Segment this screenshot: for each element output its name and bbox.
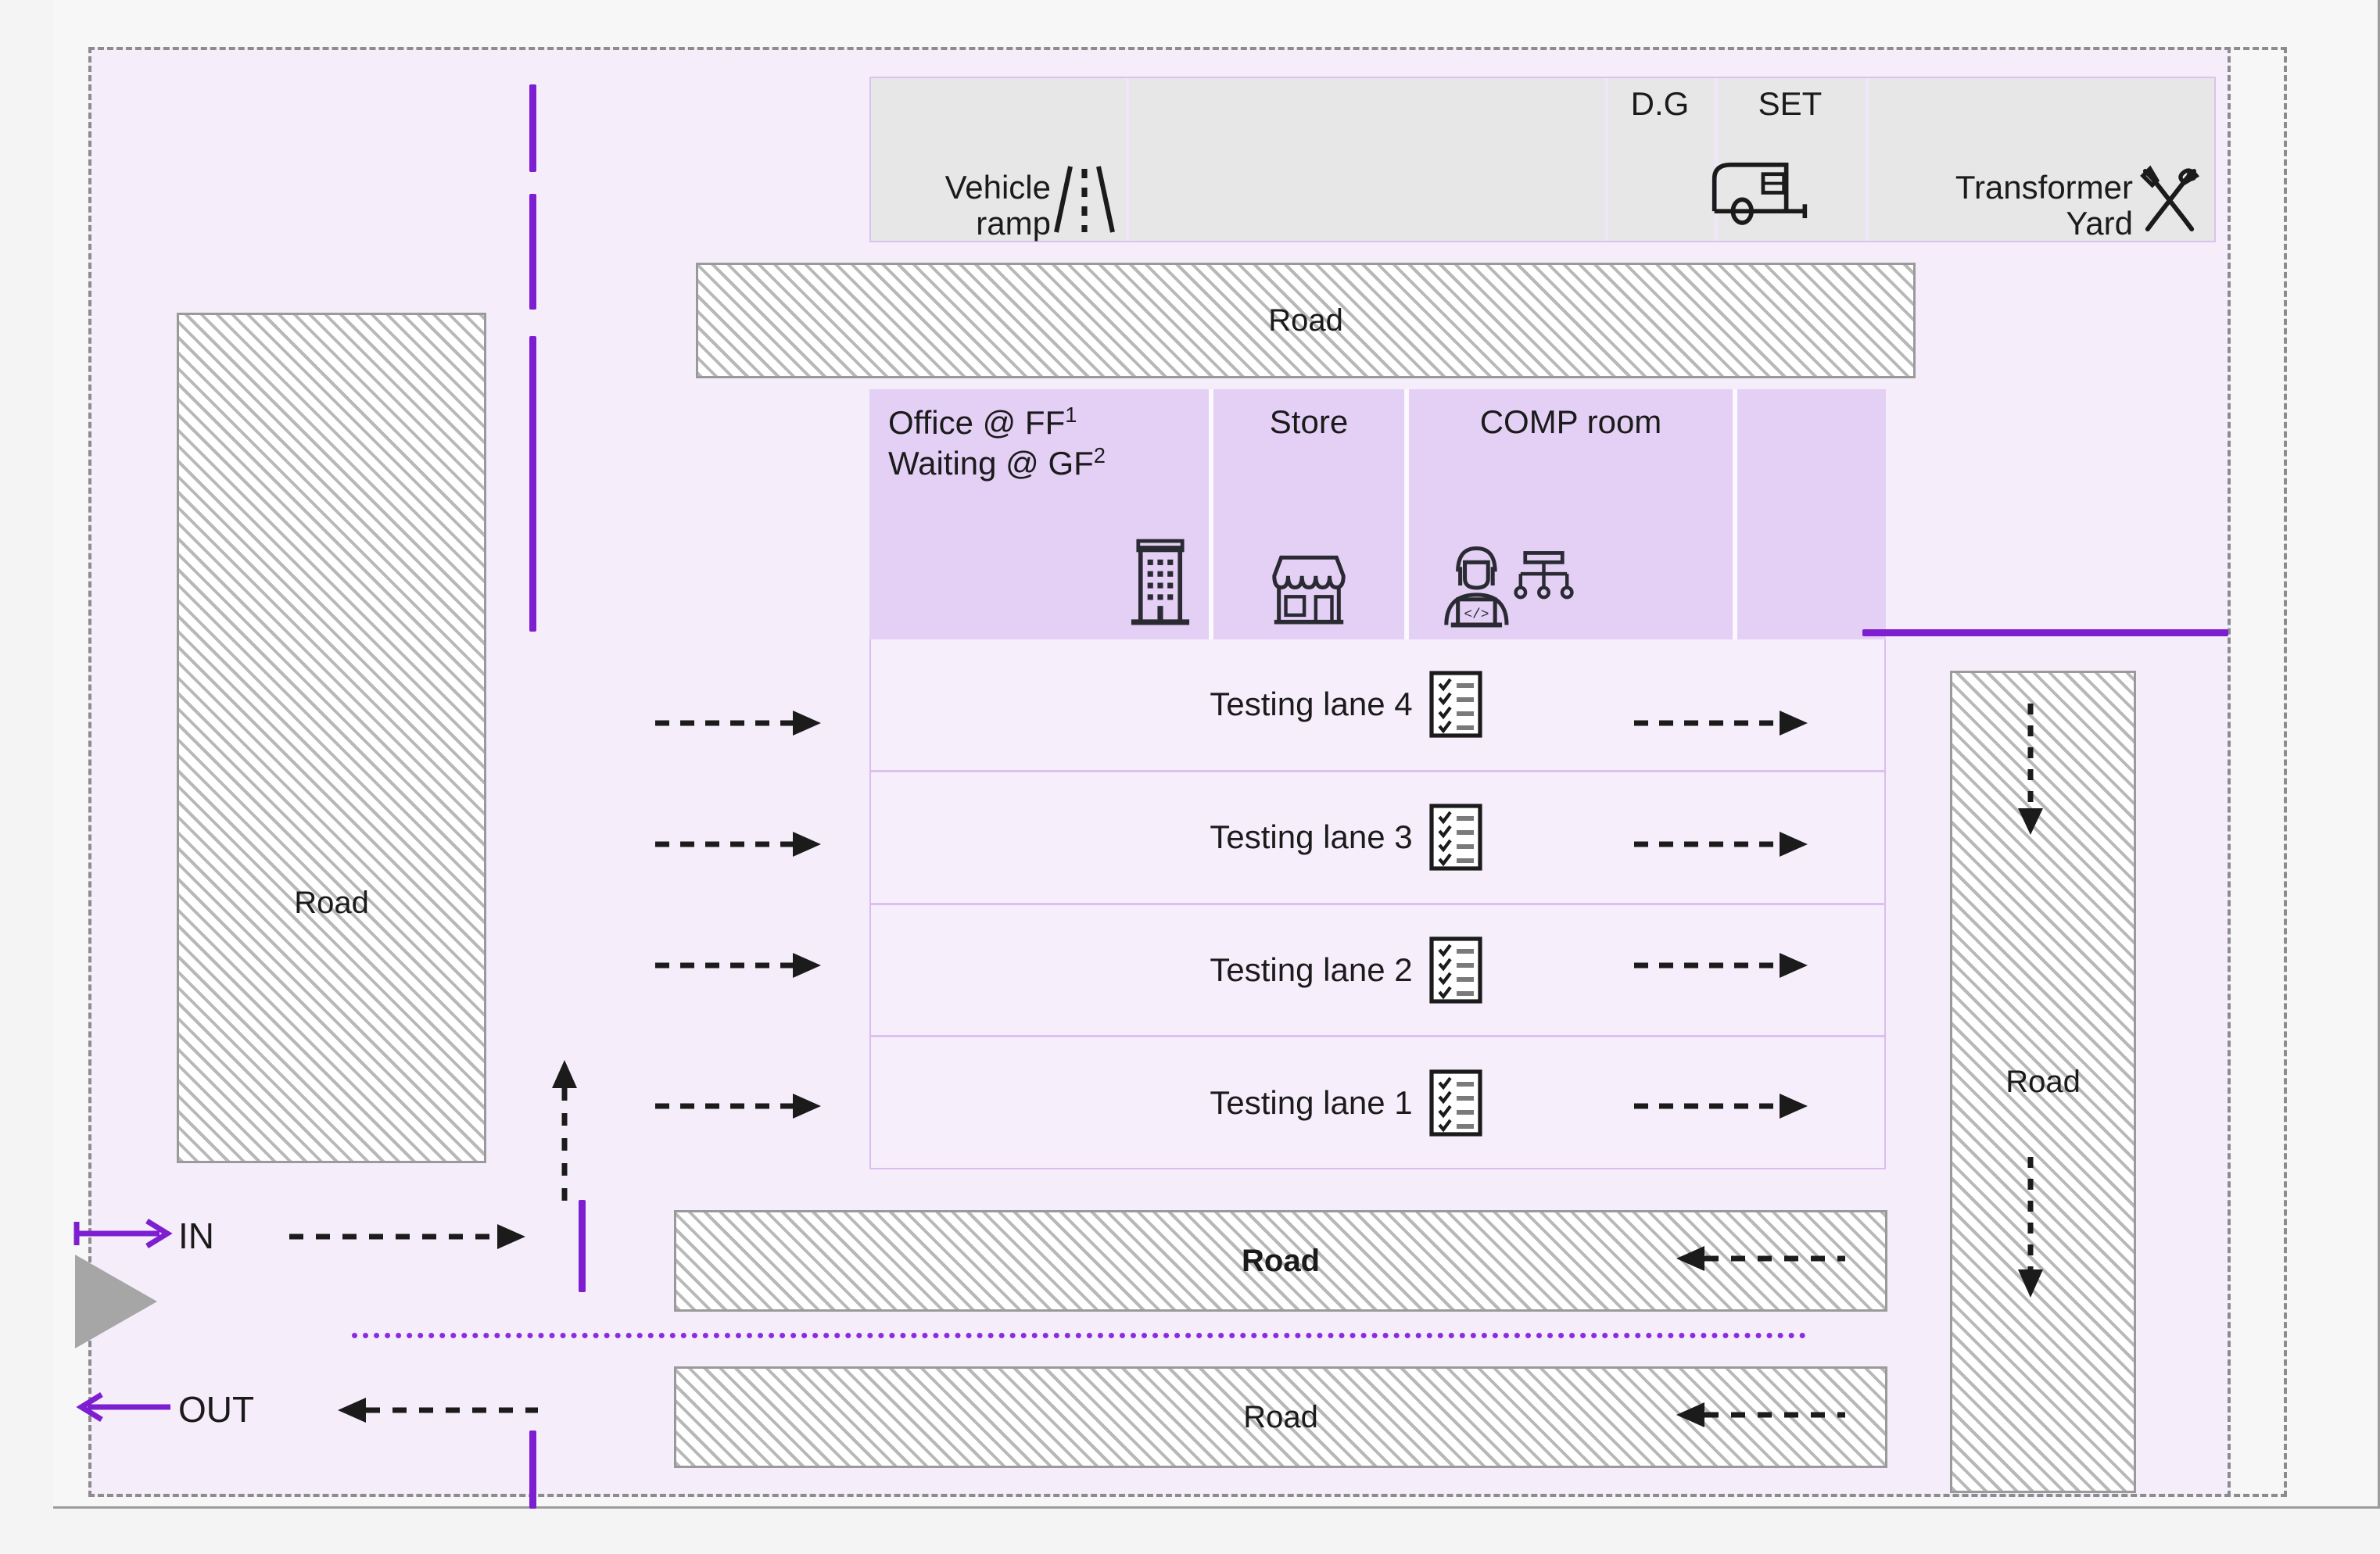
purple-divider-seg-5 (529, 1430, 536, 1509)
road-bottom-lower-flow-arrow (1673, 1399, 1845, 1434)
road-right-label: Road (2005, 1065, 2081, 1099)
checklist-icon (1428, 1069, 1483, 1137)
road-right-flow-arrow-top (2013, 704, 2048, 848)
lane-4-inbound-arrow (655, 707, 827, 743)
road-bottom-lower-label: Road (1243, 1400, 1318, 1434)
testing-lane-row-4[interactable]: Testing lane 4 (871, 639, 1884, 772)
office-label: Office @ FF1 (888, 403, 1077, 441)
room-cell-office-waiting[interactable]: Office @ FF1 Waiting @ GF2 (869, 389, 1213, 639)
purple-divider-seg-1 (529, 84, 536, 172)
transformer-yard-label: Transformer Yard (1955, 169, 2133, 242)
utility-cell-vehicle-ramp[interactable]: Vehicle ramp (871, 78, 1129, 241)
utility-cell-dg[interactable]: D.G (1608, 78, 1718, 241)
road-left[interactable]: Road (177, 313, 486, 1163)
office-building-icon (1124, 534, 1196, 633)
storefront-icon (1265, 548, 1353, 633)
comp-room-label: COMP room (1479, 403, 1662, 440)
road-top-label: Road (1268, 303, 1343, 338)
store-label: Store (1269, 403, 1349, 440)
in-purple-arrow (73, 1216, 173, 1255)
room-cell-blank[interactable] (1737, 389, 1886, 639)
lane-3-inbound-arrow (655, 829, 827, 864)
testing-lane-4-label: Testing lane 4 (1210, 686, 1413, 723)
room-strip: Office @ FF1 Waiting @ GF2 Store COMP ro… (869, 389, 1886, 639)
purple-divider-seg-3 (529, 336, 536, 632)
purple-boundary-line (1862, 629, 2228, 636)
lane-4-outbound-arrow (1634, 707, 1814, 743)
lane-2-inbound-arrow (655, 950, 827, 985)
in-label: IN (178, 1216, 214, 1256)
diagram-canvas: Vehicle ramp D.G SET Transformer Yard Ro… (0, 0, 2380, 1554)
dg-label: D.G (1630, 85, 1690, 122)
road-bottom-upper-flow-arrow (1673, 1243, 1845, 1278)
set-label: SET (1758, 85, 1823, 122)
road-left-label: Road (294, 886, 369, 920)
utility-cell-set[interactable]: SET (1712, 78, 1869, 241)
generator-trailer-icon (1702, 156, 1819, 227)
in-flow-arrow (289, 1221, 532, 1256)
room-cell-comp-room[interactable]: COMP room </> (1409, 389, 1737, 639)
vehicle-ramp-label: Vehicle ramp (944, 169, 1051, 242)
purple-divider-seg-4 (579, 1200, 586, 1292)
utility-strip: Vehicle ramp D.G SET Transformer Yard (869, 77, 2216, 242)
entry-marker-triangle (75, 1255, 157, 1348)
utility-cell-transformer-yard[interactable]: Transformer Yard (1869, 78, 2214, 241)
utility-cell-blank-1[interactable] (1129, 78, 1608, 241)
lane-3-outbound-arrow (1634, 829, 1814, 864)
out-flow-arrow (335, 1395, 538, 1430)
out-label: OUT (178, 1389, 255, 1430)
road-right-flow-arrow-bottom (2013, 1157, 2048, 1309)
computer-operator-icon: </> (1432, 539, 1581, 636)
lane-1-inbound-arrow (655, 1090, 827, 1126)
testing-lane-2-label: Testing lane 2 (1210, 951, 1413, 988)
testing-lane-1-label: Testing lane 1 (1210, 1083, 1413, 1121)
return-flow-arrow-up (547, 1057, 582, 1209)
testing-lane-3-label: Testing lane 3 (1210, 818, 1413, 856)
svg-text:</>: </> (1464, 607, 1489, 623)
purple-divider-seg-2 (529, 194, 536, 310)
road-top[interactable]: Road (696, 263, 1916, 378)
checklist-icon (1428, 936, 1483, 1004)
room-cell-store[interactable]: Store (1213, 389, 1409, 639)
road-bottom-upper-label: Road (1242, 1244, 1320, 1278)
waiting-label: Waiting @ GF2 (888, 443, 1106, 482)
road-ramp-icon (1054, 162, 1115, 241)
lane-2-outbound-arrow (1634, 950, 1814, 985)
checklist-icon (1428, 803, 1483, 872)
out-purple-arrow (75, 1390, 173, 1428)
lane-1-outbound-arrow (1634, 1090, 1814, 1126)
tools-crossed-icon (2136, 163, 2203, 241)
purple-centreline (352, 1333, 1806, 1338)
checklist-icon (1428, 670, 1483, 739)
